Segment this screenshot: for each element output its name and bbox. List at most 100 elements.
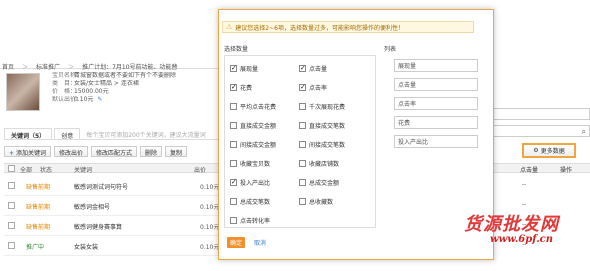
plus-icon: + <box>9 150 15 157</box>
list-item[interactable]: 展现量 <box>394 59 478 72</box>
breadcrumb-item-plan[interactable]: 推广计划：7月10号前功能、功能替 <box>82 62 177 71</box>
watermark-url: www.6pf.cn <box>490 234 554 245</box>
cancel-link[interactable]: 取消 <box>254 238 266 247</box>
option-cpm[interactable]: 千次展现花费 <box>299 102 345 111</box>
copy-button[interactable]: 复制 <box>165 146 188 157</box>
list-item[interactable]: 花费 <box>394 116 478 129</box>
row-keyword: 敏感词健身赛事算 <box>74 224 123 231</box>
row-status: 推广中 <box>26 244 45 251</box>
checkbox[interactable] <box>230 160 237 167</box>
option-label: 点击转化率 <box>240 218 271 225</box>
table-row: 缺售前期 敏感词测试词句符号 0.10元 <box>4 176 224 196</box>
row-checkbox[interactable] <box>8 222 15 229</box>
checkbox[interactable] <box>299 64 306 72</box>
checkbox[interactable] <box>299 141 306 148</box>
checkbox[interactable] <box>299 160 306 167</box>
table-row: 推广中 女装女装 0.10元 <box>4 236 224 256</box>
clicks-cell: -- <box>522 201 527 208</box>
option-fav-items[interactable]: 收藏宝贝数 <box>230 159 270 168</box>
option-direct-count[interactable]: 直接成交笔数 <box>299 121 345 130</box>
checkbox[interactable] <box>230 198 237 205</box>
options-panel: 展现量 点击量 花费 点击率 平均点击花费 千次展现花费 直接成交金额 直接成交… <box>224 55 376 228</box>
row-checkbox[interactable] <box>8 202 15 209</box>
warning-icon: ⚠ <box>226 23 233 31</box>
header-keyword: 关键词 <box>74 167 93 174</box>
option-label: 投入产出比 <box>240 180 271 187</box>
list-item[interactable]: 点击率 <box>394 97 478 110</box>
option-direct-amount[interactable]: 直接成交金额 <box>230 121 276 130</box>
more-data-button[interactable]: ⚙ 更多数据 <box>522 143 576 158</box>
option-impressions[interactable]: 展现量 <box>230 64 258 73</box>
product-price: 15000.00元 <box>74 88 109 95</box>
option-indirect-amount[interactable]: 间接成交金额 <box>230 140 276 149</box>
option-total-amount[interactable]: 总成交金额 <box>299 178 339 187</box>
option-avg-cpc[interactable]: 平均点击花费 <box>230 102 276 111</box>
option-label: 收藏宝贝数 <box>240 161 271 168</box>
tab-keywords[interactable]: 关键词（5） <box>4 128 53 140</box>
add-keyword-button[interactable]: + 添加关键词 <box>4 146 51 157</box>
option-conversion[interactable]: 点击转化率 <box>230 216 270 225</box>
row-price[interactable]: 0.10元 <box>200 222 219 231</box>
row-keyword: 敏感词金相号 <box>74 204 111 211</box>
checkbox[interactable] <box>299 198 306 205</box>
delete-button[interactable]: 删除 <box>140 146 163 157</box>
breadcrumb-item-home[interactable]: 首页 <box>2 62 14 71</box>
option-label: 花费 <box>240 85 253 92</box>
choose-section-title: 选择数量 <box>224 46 249 53</box>
list-item[interactable]: 投入产出比 <box>394 135 478 148</box>
option-label: 间接成交金额 <box>240 142 277 149</box>
row-checkbox[interactable] <box>8 242 15 249</box>
row-price[interactable]: 0.10元 <box>200 202 219 211</box>
keyword-tabs: 关键词（5） 创意 每个宝贝可添加200个关键词，建议大流量词和精准词 <box>4 128 224 140</box>
option-clicks[interactable]: 点击量 <box>299 64 327 73</box>
product-title: 青城窗数据或者不要如下有个不要删除 <box>74 72 177 79</box>
edit-match-button[interactable]: 修改匹配方式 <box>90 146 137 157</box>
option-label: 点击量 <box>309 66 328 73</box>
option-ctr[interactable]: 点击率 <box>299 83 327 92</box>
edit-bid-button[interactable]: 修改出价 <box>53 146 88 157</box>
product-info: 宝贝名称：青城窗数据或者不要如下有个不要删除 类 目：女装/女士精品 > 连衣裙… <box>52 72 222 104</box>
option-fav-shops[interactable]: 收藏店铺数 <box>299 159 339 168</box>
breadcrumb-item-standard[interactable]: 标准推广 <box>36 62 60 71</box>
edit-pencil-icon[interactable]: ✎ <box>97 96 102 103</box>
option-total-fav[interactable]: 总收藏数 <box>299 197 333 206</box>
header-status: 状态 <box>40 167 53 174</box>
row-status: 缺售前期 <box>26 204 51 211</box>
checkbox[interactable] <box>230 83 237 91</box>
row-price[interactable]: 0.10元 <box>200 242 219 251</box>
option-indirect-count[interactable]: 间接成交笔数 <box>299 140 345 149</box>
checkbox[interactable] <box>299 179 306 186</box>
header-all: 全部 <box>20 167 33 174</box>
table-header: 全部 状态 关键词 出价 <box>4 163 224 174</box>
list-item[interactable]: 点击量 <box>394 78 478 91</box>
checkbox[interactable] <box>230 217 237 224</box>
list-section-title: 列表 <box>384 46 397 53</box>
checkbox[interactable] <box>230 141 237 148</box>
tab-creative[interactable]: 创意 <box>54 128 81 140</box>
row-price[interactable]: 0.10元 <box>200 182 219 191</box>
row-checkbox[interactable] <box>8 182 15 189</box>
checkbox[interactable] <box>230 178 237 186</box>
checkbox[interactable] <box>299 83 306 91</box>
search-input[interactable]: ⌕ <box>478 125 590 137</box>
option-label: 总收藏数 <box>309 199 334 206</box>
row-status: 缺售前期 <box>26 224 51 231</box>
checkbox[interactable] <box>230 64 237 72</box>
select-all-checkbox[interactable] <box>8 165 15 172</box>
search-icon: ⌕ <box>581 127 586 136</box>
checkbox[interactable] <box>299 103 306 110</box>
product-price-label: 价 格： <box>52 88 77 95</box>
date-range-select[interactable]: 8天 <box>478 108 590 120</box>
selected-list: 展现量 点击量 点击率 花费 投入产出比 <box>382 55 478 228</box>
keyword-toolbar: + 添加关键词 修改出价 修改匹配方式 删除 复制 <box>4 146 224 158</box>
product-title-label: 宝贝名称： <box>52 72 83 79</box>
option-roi[interactable]: 投入产出比 <box>230 178 270 187</box>
product-thumbnail <box>6 73 40 111</box>
confirm-button[interactable]: 确定 <box>227 237 245 248</box>
checkbox[interactable] <box>299 122 306 129</box>
watermark-logo: 货源批发网 <box>464 214 559 235</box>
option-total-count[interactable]: 总成交笔数 <box>230 197 270 206</box>
checkbox[interactable] <box>230 103 237 110</box>
option-cost[interactable]: 花费 <box>230 83 252 92</box>
checkbox[interactable] <box>230 122 237 129</box>
